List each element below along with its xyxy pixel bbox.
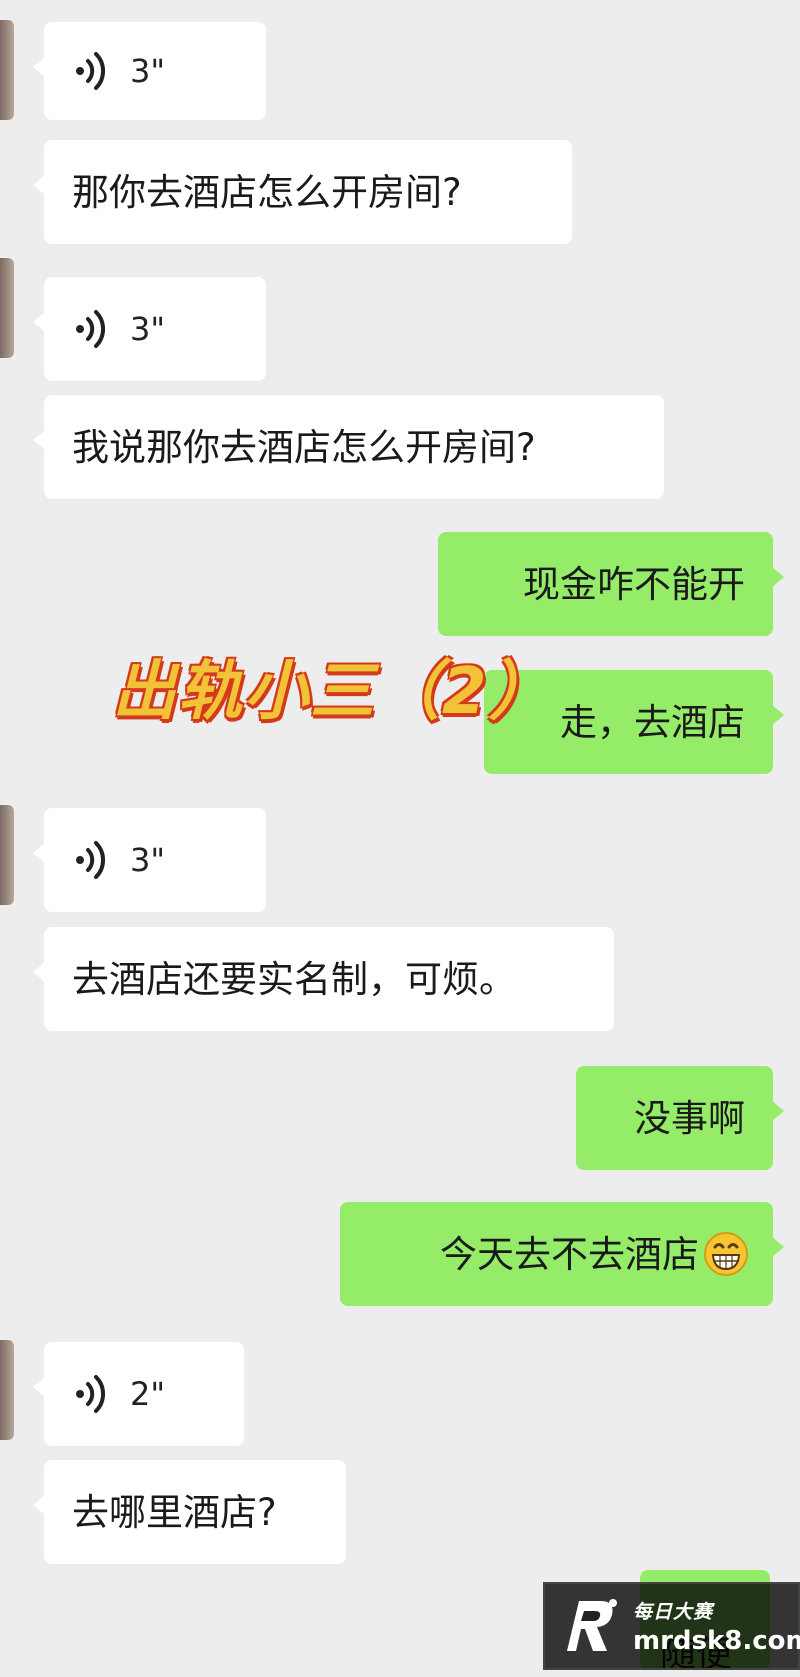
voice-duration: 3" (130, 52, 166, 90)
voice-wave-icon (76, 52, 106, 90)
voice-message[interactable]: 3" (33, 22, 266, 120)
message-bubble-outgoing[interactable]: 今天去不去酒店 (340, 1202, 784, 1306)
avatar[interactable] (0, 20, 14, 120)
voice-duration: 3" (130, 310, 166, 348)
avatar[interactable] (0, 805, 14, 905)
message-text: 那你去酒店怎么开房间? (72, 170, 462, 214)
voice-wave-icon (76, 841, 106, 879)
avatar[interactable] (0, 258, 14, 358)
voice-message[interactable]: 2" (33, 1342, 244, 1446)
message-bubble-incoming[interactable]: 我说那你去酒店怎么开房间? (33, 395, 664, 499)
grinning-face-icon (704, 1232, 748, 1276)
watermark-logo-icon (567, 1599, 617, 1651)
message-bubble-incoming[interactable]: 那你去酒店怎么开房间? (33, 140, 572, 244)
avatar[interactable] (0, 1340, 14, 1440)
voice-wave-icon (76, 1375, 106, 1413)
message-text: 没事啊 (634, 1096, 745, 1140)
message-text: 现金咋不能开 (523, 562, 745, 606)
message-bubble-incoming[interactable]: 去酒店还要实名制，可烦。 (33, 927, 614, 1031)
overlay-title: 出轨小三（2） (112, 655, 555, 729)
message-bubble-outgoing[interactable]: 现金咋不能开 (438, 532, 784, 636)
watermark: 每日大赛 mrdsk8.com (543, 1582, 800, 1670)
watermark-url: mrdsk8.com (633, 1625, 800, 1656)
message-bubble-incoming[interactable]: 去哪里酒店? (33, 1460, 346, 1564)
message-text: 今天去不去酒店 (440, 1232, 699, 1276)
message-bubble-outgoing[interactable]: 没事啊 (576, 1066, 784, 1170)
message-text: 去酒店还要实名制，可烦。 (72, 957, 516, 1001)
message-text: 我说那你去酒店怎么开房间? (72, 425, 536, 469)
voice-duration: 2" (130, 1375, 166, 1413)
watermark-title: 每日大赛 (633, 1600, 714, 1623)
voice-message[interactable]: 3" (33, 808, 266, 912)
voice-message[interactable]: 3" (33, 277, 266, 381)
message-text: 去哪里酒店? (72, 1490, 277, 1534)
voice-duration: 3" (130, 841, 166, 879)
voice-wave-icon (76, 310, 106, 348)
message-text: 走，去酒店 (560, 700, 745, 744)
